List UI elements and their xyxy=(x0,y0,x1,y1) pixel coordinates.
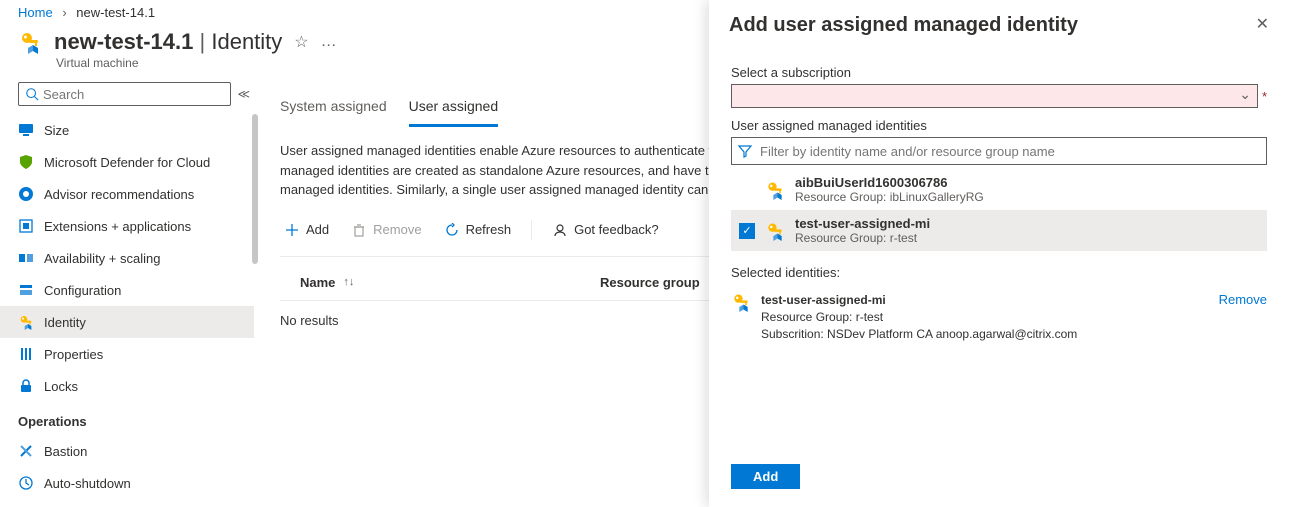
breadcrumb-home[interactable]: Home xyxy=(18,5,53,20)
more-actions-icon[interactable]: … xyxy=(321,33,338,51)
identity-row[interactable]: ✓ test-user-assigned-mi Resource Group: … xyxy=(731,210,1267,251)
tab-user-assigned[interactable]: User assigned xyxy=(409,94,499,127)
close-icon[interactable]: ✕ xyxy=(1256,14,1269,34)
sidebar-item-label: Identity xyxy=(44,315,86,330)
column-resource-group[interactable]: Resource group xyxy=(600,275,700,290)
breadcrumb-sep: › xyxy=(62,5,66,20)
lock-icon xyxy=(18,378,34,394)
identity-icon xyxy=(765,221,785,241)
selected-identity-name: test-user-assigned-mi xyxy=(761,292,1077,309)
feedback-button[interactable]: Got feedback? xyxy=(548,218,663,242)
sidebar-item-configuration[interactable]: Configuration xyxy=(0,274,254,306)
identity-list: aibBuiUserId1600306786 Resource Group: i… xyxy=(731,169,1267,251)
plus-icon xyxy=(284,222,300,238)
identity-name: aibBuiUserId1600306786 xyxy=(795,175,984,190)
sidebar-item-size[interactable]: Size xyxy=(0,114,254,146)
remove-button: Remove xyxy=(347,218,425,242)
page-title: new-test-14.1 | Identity xyxy=(54,29,282,55)
sidebar-item-label: Configuration xyxy=(44,283,121,298)
sidebar-item-label: Microsoft Defender for Cloud xyxy=(44,155,210,170)
sidebar-item-availability[interactable]: Availability + scaling xyxy=(0,242,254,274)
sidebar-item-advisor[interactable]: Advisor recommendations xyxy=(0,178,254,210)
sidebar-item-label: Advisor recommendations xyxy=(44,187,194,202)
selected-identity-row: test-user-assigned-mi Resource Group: r-… xyxy=(731,288,1267,346)
refresh-button[interactable]: Refresh xyxy=(440,218,516,242)
sidebar-search-input[interactable] xyxy=(43,87,224,102)
breadcrumb-current[interactable]: new-test-14.1 xyxy=(76,5,155,20)
selected-identity-sub: Subscrition: NSDev Platform CA anoop.aga… xyxy=(761,326,1077,343)
sidebar-item-label: Properties xyxy=(44,347,103,362)
sidebar-item-label: Auto-shutdown xyxy=(44,476,131,491)
identity-filter-input[interactable] xyxy=(760,144,1260,159)
identity-icon xyxy=(731,292,751,312)
autoshutdown-icon xyxy=(18,475,34,491)
filter-icon xyxy=(738,144,752,158)
sidebar-collapse-icon[interactable]: ≪ xyxy=(237,87,250,101)
sidebar-item-bastion[interactable]: Bastion xyxy=(0,435,254,467)
selected-identity-rg: Resource Group: r-test xyxy=(761,309,1077,326)
remove-identity-link[interactable]: Remove xyxy=(1219,292,1267,307)
identity-filter[interactable] xyxy=(731,137,1267,165)
availability-icon xyxy=(18,250,34,266)
sidebar-item-auto-shutdown[interactable]: Auto-shutdown xyxy=(0,467,254,499)
sidebar: ≪ Size Microsoft Defender for Cloud Advi… xyxy=(0,78,258,505)
sidebar-item-identity[interactable]: Identity xyxy=(0,306,254,338)
monitor-icon xyxy=(18,122,34,138)
required-asterisk: * xyxy=(1262,89,1267,104)
tab-system-assigned[interactable]: System assigned xyxy=(280,94,387,127)
add-identity-panel: Add user assigned managed identity ✕ Sel… xyxy=(709,0,1289,507)
refresh-icon xyxy=(444,222,460,238)
column-name[interactable]: Name ↑↓ xyxy=(300,275,600,290)
search-icon xyxy=(25,87,39,101)
identity-icon xyxy=(18,314,34,330)
sidebar-item-label: Bastion xyxy=(44,444,87,459)
sidebar-group-operations: Operations xyxy=(0,402,254,435)
properties-icon xyxy=(18,346,34,362)
sidebar-item-locks[interactable]: Locks xyxy=(0,370,254,402)
selected-identities-label: Selected identities: xyxy=(731,265,1267,280)
identity-resource-icon xyxy=(18,30,42,54)
sidebar-item-label: Size xyxy=(44,123,69,138)
sidebar-menu: Size Microsoft Defender for Cloud Adviso… xyxy=(0,114,258,505)
identity-checkbox[interactable]: ✓ xyxy=(739,223,755,239)
config-icon xyxy=(18,282,34,298)
identity-name: test-user-assigned-mi xyxy=(795,216,930,231)
subscription-label: Select a subscription xyxy=(731,65,1267,80)
panel-title: Add user assigned managed identity xyxy=(729,14,1078,37)
add-button[interactable]: Add xyxy=(280,218,333,242)
subscription-select[interactable] xyxy=(731,84,1258,108)
shield-icon xyxy=(18,154,34,170)
sidebar-item-label: Locks xyxy=(44,379,78,394)
advisor-icon xyxy=(18,186,34,202)
panel-add-button[interactable]: Add xyxy=(731,464,800,489)
sidebar-item-label: Availability + scaling xyxy=(44,251,160,266)
trash-icon xyxy=(351,222,367,238)
identity-row[interactable]: aibBuiUserId1600306786 Resource Group: i… xyxy=(731,169,1267,210)
favorite-star-icon[interactable]: ☆ xyxy=(294,32,308,52)
extensions-icon xyxy=(18,218,34,234)
identity-rg: Resource Group: r-test xyxy=(795,231,930,245)
identity-rg: Resource Group: ibLinuxGalleryRG xyxy=(795,190,984,204)
sidebar-item-extensions[interactable]: Extensions + applications xyxy=(0,210,254,242)
sidebar-scrollbar[interactable] xyxy=(252,114,258,264)
identity-icon xyxy=(765,180,785,200)
sidebar-item-defender[interactable]: Microsoft Defender for Cloud xyxy=(0,146,254,178)
sidebar-item-label: Extensions + applications xyxy=(44,219,191,234)
bastion-icon xyxy=(18,443,34,459)
sidebar-item-properties[interactable]: Properties xyxy=(0,338,254,370)
uami-label: User assigned managed identities xyxy=(731,118,1267,133)
feedback-icon xyxy=(552,222,568,238)
sort-icon: ↑↓ xyxy=(343,276,354,288)
sidebar-search[interactable] xyxy=(18,82,231,106)
